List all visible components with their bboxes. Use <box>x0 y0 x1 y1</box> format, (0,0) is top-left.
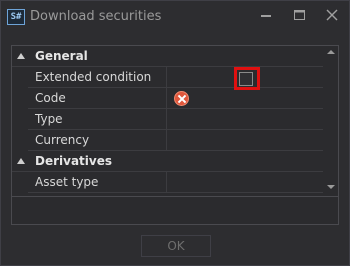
row-gutter <box>12 88 28 109</box>
close-button[interactable] <box>319 5 345 27</box>
property-row-asset-type[interactable]: Asset type <box>12 172 323 193</box>
row-gutter <box>12 172 28 193</box>
property-row-extended-condition[interactable]: Extended condition <box>12 67 323 90</box>
error-icon <box>174 91 189 106</box>
description-pane <box>11 197 339 225</box>
property-row-type[interactable]: Type <box>12 109 323 130</box>
property-value[interactable] <box>167 130 323 151</box>
property-row-currency[interactable]: Currency <box>12 130 323 151</box>
maximize-button[interactable] <box>286 5 312 27</box>
scroll-down-arrow-icon[interactable] <box>327 185 335 189</box>
collapse-arrow-icon[interactable] <box>17 158 25 164</box>
maximize-icon <box>294 10 305 20</box>
window-title: Download securities <box>30 9 162 24</box>
collapse-arrow-icon[interactable] <box>17 53 25 59</box>
download-securities-dialog: S# Download securities General Extended … <box>0 0 350 266</box>
row-gutter <box>12 130 28 151</box>
row-gutter <box>12 109 28 130</box>
property-value[interactable] <box>167 67 323 90</box>
property-value[interactable] <box>167 88 323 109</box>
minimize-button[interactable] <box>253 5 279 27</box>
property-name: Type <box>28 109 167 130</box>
vertical-scrollbar[interactable] <box>324 46 338 196</box>
category-label: Derivatives <box>35 154 113 168</box>
minimize-icon <box>261 15 271 17</box>
extended-condition-checkbox[interactable] <box>239 72 253 86</box>
row-gutter <box>12 67 28 88</box>
close-icon <box>326 9 338 21</box>
title-bar[interactable]: S# Download securities <box>1 1 349 33</box>
category-label: General <box>35 49 88 63</box>
property-value[interactable] <box>167 172 323 193</box>
property-row-code[interactable]: Code <box>12 88 323 109</box>
property-grid-rows: General Extended condition Code Type Cur… <box>12 46 323 196</box>
property-name: Asset type <box>28 172 167 193</box>
scroll-up-arrow-icon[interactable] <box>327 50 335 54</box>
property-name: Extended condition <box>28 67 167 88</box>
ok-button[interactable]: OK <box>141 235 211 257</box>
property-grid: General Extended condition Code Type Cur… <box>11 45 339 197</box>
property-name: Code <box>28 88 167 109</box>
property-name: Currency <box>28 130 167 151</box>
category-general[interactable]: General <box>12 46 323 67</box>
app-icon: S# <box>7 9 25 25</box>
category-derivatives[interactable]: Derivatives <box>12 151 323 172</box>
property-value[interactable] <box>167 109 323 130</box>
